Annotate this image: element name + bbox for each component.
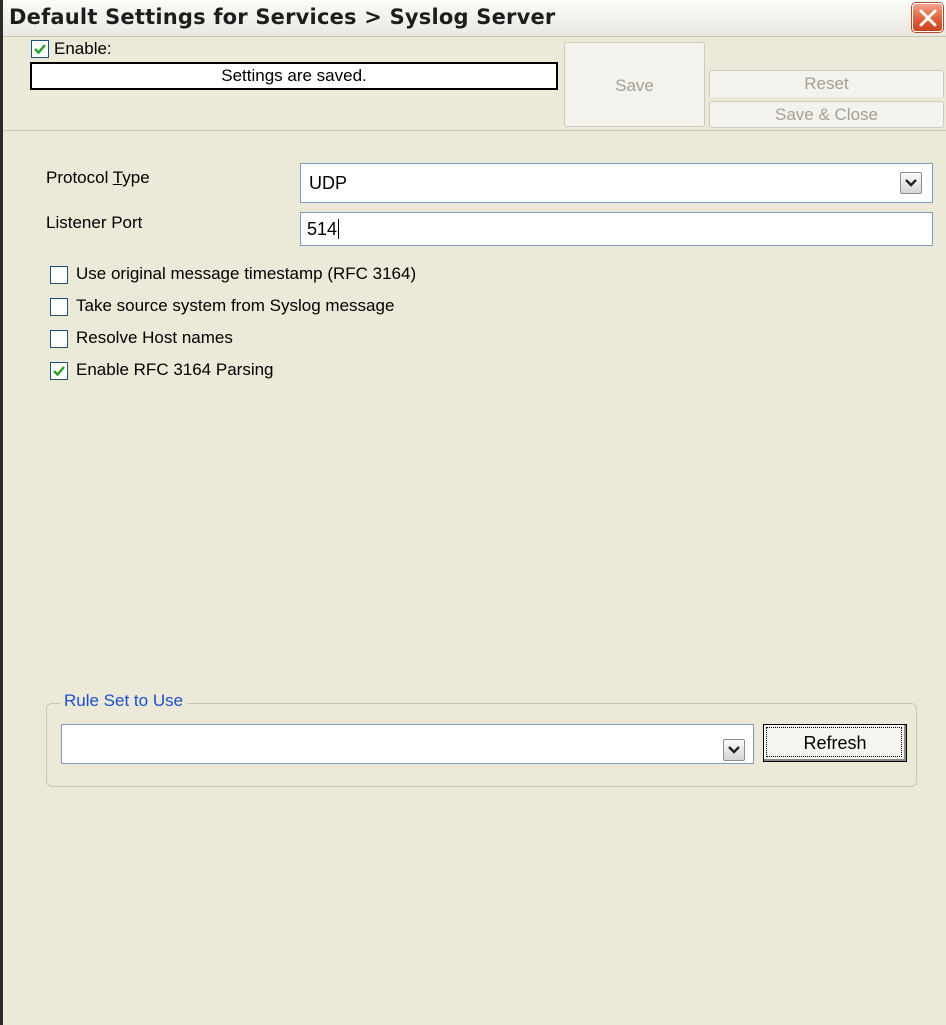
- enable-checkbox[interactable]: [31, 40, 49, 58]
- listener-port-value: 514: [307, 219, 338, 239]
- option-checkbox-original-timestamp[interactable]: [50, 266, 68, 284]
- enable-label: Enable:: [54, 39, 112, 58]
- protocol-type-label: Protocol Type: [46, 168, 150, 187]
- option-checkbox-rfc3164-parsing[interactable]: [50, 362, 68, 380]
- text-caret: [338, 219, 340, 239]
- refresh-button[interactable]: Refresh: [763, 724, 907, 762]
- option-label: Resolve Host names: [76, 328, 233, 347]
- close-button[interactable]: [912, 3, 943, 32]
- status-message: Settings are saved.: [30, 62, 558, 90]
- option-label: Use original message timestamp (RFC 3164…: [76, 264, 417, 283]
- chevron-down-icon: [728, 746, 740, 754]
- save-button[interactable]: Save: [564, 42, 705, 127]
- ruleset-group-title: Rule Set to Use: [60, 691, 188, 711]
- option-checkbox-resolve-hostnames[interactable]: [50, 330, 68, 348]
- ruleset-select[interactable]: [61, 724, 754, 764]
- save-close-button[interactable]: Save & Close: [709, 101, 944, 128]
- listener-port-input[interactable]: 514: [300, 212, 933, 246]
- reset-button[interactable]: Reset: [709, 70, 944, 97]
- listener-port-label: Listener Port: [46, 213, 143, 232]
- check-icon: [34, 44, 46, 55]
- protocol-type-select[interactable]: UDP: [300, 163, 933, 203]
- title-bar[interactable]: Default Settings for Services > Syslog S…: [3, 0, 946, 37]
- chevron-down-icon: [905, 179, 917, 187]
- toolbar-divider: [3, 130, 946, 131]
- dropdown-arrow-button[interactable]: [723, 739, 745, 761]
- protocol-type-value: UDP: [309, 173, 348, 193]
- settings-window: Default Settings for Services > Syslog S…: [0, 0, 946, 1025]
- option-label: Take source system from Syslog message: [76, 296, 395, 315]
- option-label: Enable RFC 3164 Parsing: [76, 360, 274, 379]
- check-icon: [53, 366, 65, 377]
- window-title: Default Settings for Services > Syslog S…: [9, 5, 556, 29]
- close-icon: [919, 9, 937, 27]
- dropdown-arrow-button[interactable]: [900, 172, 922, 194]
- window-border: [0, 0, 3, 1025]
- option-checkbox-source-system[interactable]: [50, 298, 68, 316]
